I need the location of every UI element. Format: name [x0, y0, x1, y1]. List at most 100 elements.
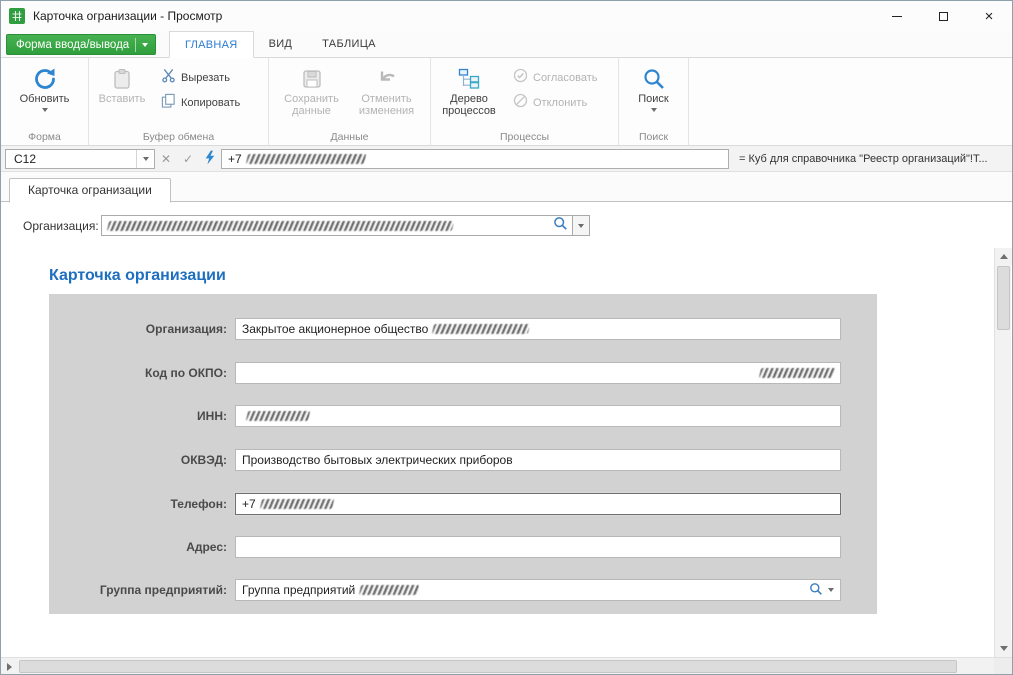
organization-input[interactable]: Закрытое акционерное общество — [235, 318, 841, 340]
field-label: Организация: — [49, 322, 227, 336]
confirm-entry-button[interactable]: ✓ — [177, 149, 199, 169]
form-heading: Карточка организации — [49, 267, 226, 285]
process-tree-button[interactable]: Дерево процессов — [433, 61, 505, 118]
form-panel: Организация: Закрытое акционерное общест… — [49, 294, 877, 614]
ribbon-group-data: Сохранить данные Отменить изменения Данн… — [269, 58, 431, 145]
arrow-right-icon — [7, 663, 12, 671]
name-box-dropdown[interactable] — [136, 150, 154, 168]
maximize-button[interactable] — [920, 1, 966, 31]
lightning-icon — [204, 150, 216, 168]
chevron-down-icon — [578, 224, 584, 228]
formula-bar: C12 ✕ ✓ +7 = Куб для справочника "Реестр… — [1, 146, 1012, 172]
sheet-tab-strip: Карточка огранизации — [1, 172, 1012, 202]
ribbon-tabs: ГЛАВНАЯ ВИД ТАБЛИЦА — [169, 31, 391, 57]
formula-input-value: +7 — [228, 152, 242, 166]
cut-label: Вырезать — [181, 72, 230, 84]
form-content: Организация: Карточка организации Органи… — [1, 202, 1012, 657]
vertical-scrollbar[interactable] — [994, 248, 1011, 657]
scissors-icon — [161, 68, 176, 88]
copy-icon — [161, 93, 176, 113]
field-label: Адрес: — [49, 540, 227, 554]
save-data-label: Сохранить данные — [276, 93, 348, 117]
sheet-tab-org-card[interactable]: Карточка огранизации — [9, 178, 171, 203]
x-icon: ✕ — [161, 152, 171, 166]
chevron-down-icon — [42, 108, 48, 112]
refresh-icon — [32, 65, 58, 92]
cell-name-box[interactable]: C12 — [5, 149, 155, 169]
address-input[interactable] — [235, 536, 841, 558]
tab-tablitsa[interactable]: ТАБЛИЦА — [307, 31, 391, 57]
redacted-text — [259, 499, 333, 509]
chevron-down-icon — [651, 108, 657, 112]
calculate-button[interactable] — [199, 149, 221, 169]
app-logo-icon — [9, 8, 25, 24]
scroll-down-button[interactable] — [995, 640, 1012, 657]
field-value: Группа предприятий — [242, 583, 355, 597]
formula-input[interactable]: +7 — [221, 149, 729, 169]
form-row-okved: ОКВЭД: Производство бытовых электрически… — [49, 449, 877, 471]
window-title: Карточка огранизации - Просмотр — [33, 9, 222, 23]
cancel-circle-icon — [513, 93, 528, 113]
title-bar: Карточка огранизации - Просмотр × — [1, 1, 1012, 31]
horizontal-scroll-thumb[interactable] — [19, 660, 957, 673]
field-label: Код по ОКПО: — [49, 366, 227, 380]
paste-label: Вставить — [99, 93, 146, 105]
approve-button[interactable]: Согласовать — [505, 67, 605, 89]
ribbon-group-search: Поиск Поиск — [619, 58, 689, 145]
cut-button[interactable]: Вырезать — [153, 67, 248, 89]
ribbon-group-clipboard: Вставить Вырезать Копировать — [89, 58, 269, 145]
check-circle-icon — [513, 68, 528, 88]
field-value: Производство бытовых электрических прибо… — [242, 453, 513, 467]
scroll-up-button[interactable] — [995, 248, 1012, 265]
arrow-up-icon — [1000, 254, 1008, 259]
phone-input[interactable]: +7 — [235, 493, 841, 515]
formula-display: = Куб для справочника "Реестр организаци… — [729, 153, 1008, 165]
minimize-button[interactable] — [874, 1, 920, 31]
chevron-down-icon — [143, 157, 149, 161]
reject-label: Отклонить — [533, 97, 587, 109]
redacted-text — [245, 154, 365, 164]
field-label: Телефон: — [49, 497, 227, 511]
enterprise-group-combo[interactable]: Группа предприятий — [235, 579, 841, 601]
minimize-icon — [892, 16, 902, 17]
group-label-forma: Форма — [1, 131, 88, 143]
tab-vid[interactable]: ВИД — [254, 31, 308, 57]
inn-input[interactable] — [235, 405, 841, 427]
close-button[interactable]: × — [966, 1, 1012, 31]
cancel-entry-button[interactable]: ✕ — [155, 149, 177, 169]
undo-changes-button[interactable]: Отменить изменения — [349, 61, 425, 118]
form-row-organization: Организация: Закрытое акционерное общест… — [49, 318, 877, 340]
organization-selector[interactable] — [101, 215, 573, 236]
search-label: Поиск — [638, 93, 668, 105]
divider — [135, 38, 136, 52]
okpo-input[interactable] — [235, 362, 841, 384]
form-io-menu-button[interactable]: Форма ввода/вывода — [6, 34, 156, 55]
chevron-down-icon[interactable] — [828, 588, 834, 592]
organization-selector-dropdown[interactable] — [573, 215, 590, 236]
search-icon[interactable] — [553, 216, 568, 236]
scroll-right-button[interactable] — [1, 658, 18, 675]
field-label: ИНН: — [49, 409, 227, 423]
okved-input[interactable]: Производство бытовых электрических прибо… — [235, 449, 841, 471]
tab-glavnaya[interactable]: ГЛАВНАЯ — [169, 31, 254, 58]
form-io-menu-label: Форма ввода/вывода — [16, 39, 129, 51]
refresh-button[interactable]: Обновить — [11, 61, 79, 113]
form-row-phone: Телефон: +7 — [49, 493, 877, 515]
undo-changes-label: Отменить изменения — [350, 93, 424, 117]
reject-button[interactable]: Отклонить — [505, 92, 605, 114]
search-icon — [642, 65, 666, 92]
save-icon — [300, 65, 324, 92]
redacted-text — [246, 411, 310, 421]
form-row-okpo: Код по ОКПО: — [49, 362, 877, 384]
check-icon: ✓ — [183, 152, 193, 166]
search-button[interactable]: Поиск — [625, 61, 683, 113]
scrollbar-corner — [994, 658, 1012, 675]
ribbon-group-processes: Дерево процессов Согласовать Отклонить — [431, 58, 619, 145]
undo-icon — [375, 65, 399, 92]
search-icon[interactable] — [809, 582, 823, 599]
copy-button[interactable]: Копировать — [153, 92, 248, 114]
horizontal-scrollbar[interactable] — [1, 657, 1012, 674]
vertical-scroll-thumb[interactable] — [997, 266, 1010, 330]
save-data-button[interactable]: Сохранить данные — [275, 61, 349, 118]
paste-button[interactable]: Вставить — [91, 61, 153, 106]
